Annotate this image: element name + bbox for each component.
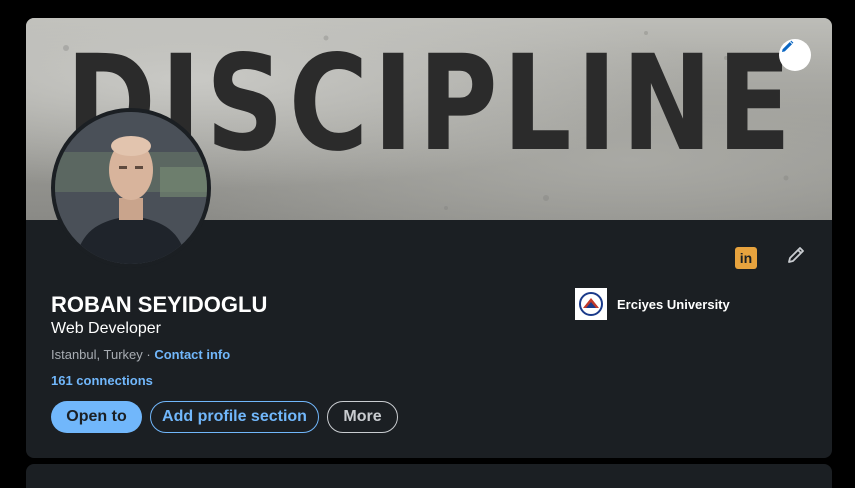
profile-card: DISCIPLINE in ROBAN SEYIDOGLU Web Develo… — [26, 18, 832, 458]
university-logo — [575, 288, 607, 320]
add-profile-section-button[interactable]: Add profile section — [150, 401, 319, 433]
linkedin-badge-button[interactable]: in — [732, 244, 760, 272]
open-to-button[interactable]: Open to — [51, 401, 142, 433]
avatar-photo — [55, 112, 207, 264]
banner-text: DISCIPLINE — [65, 27, 797, 181]
university-name: Erciyes University — [617, 296, 730, 312]
profile-headline: Web Developer — [51, 320, 161, 337]
pencil-icon — [785, 244, 807, 271]
profile-name: ROBAN SEYIDOGLU — [51, 292, 268, 317]
education-entry[interactable]: Erciyes University — [575, 288, 730, 320]
profile-avatar[interactable] — [51, 108, 211, 268]
edit-intro-button[interactable] — [782, 243, 810, 271]
linkedin-icon: in — [735, 247, 757, 269]
contact-info-link[interactable]: Contact info — [154, 347, 230, 362]
separator-dot: · — [142, 347, 155, 362]
location-line: Istanbul, Turkey · Contact info — [51, 347, 230, 362]
connections-link[interactable]: 161 connections — [51, 373, 153, 388]
next-section-card — [26, 464, 832, 488]
banner-edit-button[interactable] — [779, 39, 811, 71]
profile-location: Istanbul, Turkey — [51, 347, 143, 362]
more-button[interactable]: More — [327, 401, 398, 433]
